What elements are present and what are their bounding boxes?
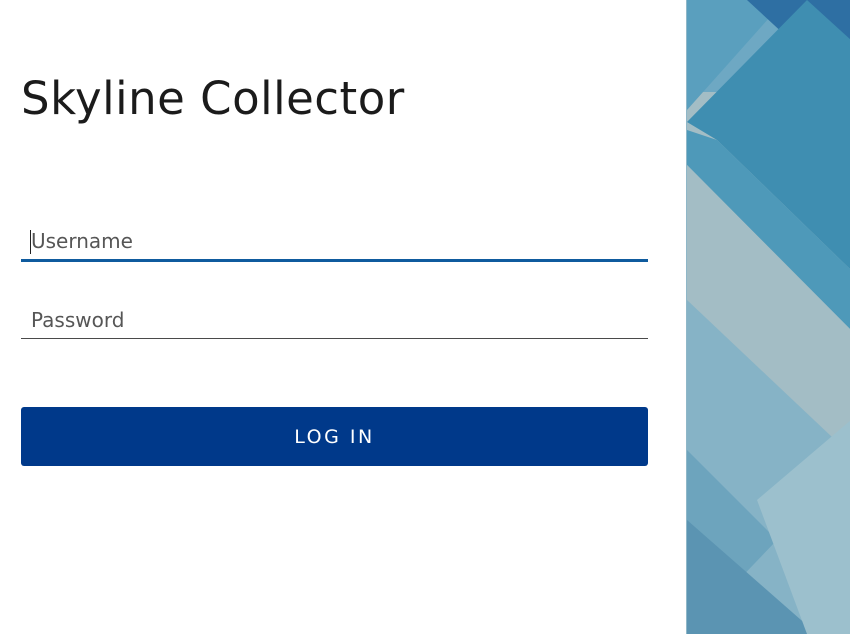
username-field-container [21,223,648,262]
page-title: Skyline Collector [21,72,405,125]
login-page: Skyline Collector LOG IN [0,0,850,634]
password-input[interactable] [21,302,648,338]
text-cursor [30,230,31,254]
geometric-pattern-image [687,0,850,634]
login-panel: Skyline Collector LOG IN [0,0,686,634]
decorative-background-panel [686,0,850,634]
username-input[interactable] [21,223,648,259]
login-button[interactable]: LOG IN [21,407,648,466]
password-field-container [21,302,648,339]
